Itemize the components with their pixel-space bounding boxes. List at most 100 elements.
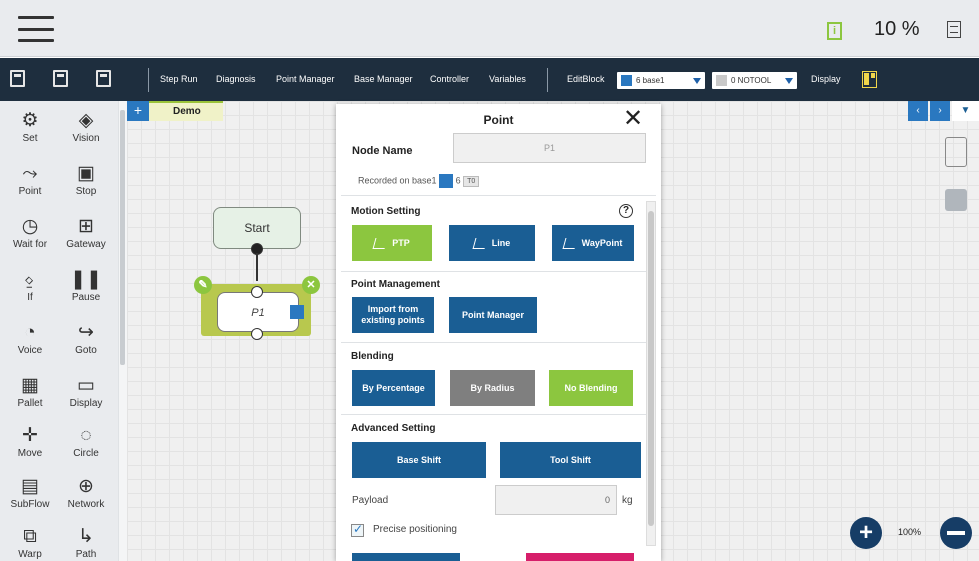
tool-icon xyxy=(716,75,727,86)
import-existing-button[interactable]: Import from existing points xyxy=(352,297,434,333)
dialog-scroll-thumb[interactable] xyxy=(648,211,654,526)
tool-select-value: 0 NOTOOL xyxy=(731,76,772,85)
help-icon[interactable]: ? xyxy=(619,204,633,218)
by-percentage-button[interactable]: By Percentage xyxy=(352,370,435,406)
no-blending-button[interactable]: No Blending xyxy=(549,370,633,406)
base-shift-button[interactable]: Base Shift xyxy=(352,442,486,478)
top-bar: i 10 % xyxy=(0,0,979,57)
tab-prev-icon[interactable]: ‹ xyxy=(908,101,928,121)
sidebar-item-label: Path xyxy=(75,549,97,560)
toolbar-diagnosis[interactable]: Diagnosis xyxy=(216,74,256,84)
sidebar-item-if[interactable]: ⍚ If xyxy=(4,268,56,303)
line-icon xyxy=(472,237,488,249)
sidebar-item-wait-for[interactable]: ◷ Wait for xyxy=(4,215,56,250)
sidebar-item-label: Move xyxy=(17,448,43,459)
sidebar-item-label: Stop xyxy=(75,186,97,197)
chevron-down-icon xyxy=(785,77,793,84)
display-icon: ▭ xyxy=(77,375,95,396)
toolbar-variables[interactable]: Variables xyxy=(489,74,526,84)
sidebar-item-voice[interactable]: ◔ Voice xyxy=(4,321,56,356)
sidebar-scroll-thumb[interactable] xyxy=(120,110,125,365)
tool-badge: T0 xyxy=(463,175,480,187)
sidebar-item-label: Vision xyxy=(72,133,100,144)
line-label: Line xyxy=(491,237,511,248)
minimap-icon[interactable] xyxy=(945,137,967,167)
payload-field[interactable]: 0 xyxy=(495,485,617,515)
cancel-button[interactable] xyxy=(352,553,460,561)
sidebar-item-set[interactable]: ⚙ Set xyxy=(4,109,56,144)
sidebar-item-subflow[interactable]: ▤ SubFlow xyxy=(4,475,56,510)
sidebar-item-label: If xyxy=(27,292,33,303)
toolbar-step-run[interactable]: Step Run xyxy=(160,74,198,84)
display-layout-icon[interactable] xyxy=(862,71,877,88)
zoom-out-button[interactable] xyxy=(940,517,972,549)
precise-positioning-checkbox[interactable] xyxy=(351,522,364,537)
sidebar-item-vision[interactable]: ◈ Vision xyxy=(60,109,112,144)
toggle-off-icon[interactable] xyxy=(945,189,967,211)
point-input-port[interactable] xyxy=(251,286,263,298)
base-select[interactable]: 6 base1 xyxy=(617,72,705,89)
tab-list-chevron-icon[interactable]: ▼ xyxy=(952,101,979,121)
delete-node-icon[interactable]: ✕ xyxy=(302,276,320,294)
toolbar-controller[interactable]: Controller xyxy=(430,74,469,84)
precise-positioning-label: Precise positioning xyxy=(373,524,457,535)
toolbar-display[interactable]: Display xyxy=(811,74,841,84)
pause-icon: ❚❚ xyxy=(70,269,102,290)
divider xyxy=(341,414,656,415)
sidebar-item-path[interactable]: ↳ Path xyxy=(60,525,112,560)
sidebar-item-move[interactable]: ✛ Move xyxy=(4,424,56,459)
divider xyxy=(341,271,656,272)
save-icon[interactable] xyxy=(53,70,68,87)
toolbar-point-manager[interactable]: Point Manager xyxy=(276,74,335,84)
sidebar-item-circle[interactable]: ◌ Circle xyxy=(60,424,112,459)
line-button[interactable]: Line xyxy=(449,225,535,261)
zoom-in-button[interactable]: + xyxy=(850,517,882,549)
point-manager-button[interactable]: Point Manager xyxy=(449,297,537,333)
info-icon[interactable]: i xyxy=(827,22,842,40)
node-name-field[interactable]: P1 xyxy=(453,133,646,163)
point-output-port[interactable] xyxy=(251,328,263,340)
add-tab-button[interactable]: + xyxy=(127,101,149,121)
sidebar-item-point[interactable]: ⤳ Point xyxy=(4,162,56,197)
edit-node-icon[interactable]: ✎ xyxy=(194,276,212,294)
sidebar-item-stop[interactable]: ▣ Stop xyxy=(60,162,112,197)
circle-icon: ◌ xyxy=(80,425,92,446)
tool-select[interactable]: 0 NOTOOL xyxy=(712,72,797,89)
sidebar-item-pallet[interactable]: ▦ Pallet xyxy=(4,374,56,409)
base-icon xyxy=(621,75,632,86)
point-management-heading: Point Management xyxy=(351,279,440,290)
toolbar-editblock[interactable]: EditBlock xyxy=(567,74,605,84)
waypoint-icon xyxy=(562,237,578,249)
point-node[interactable]: P1 xyxy=(217,292,299,332)
sidebar-item-display[interactable]: ▭ Display xyxy=(60,374,112,409)
toolbar-base-manager[interactable]: Base Manager xyxy=(354,74,413,84)
sidebar-item-network[interactable]: ⊕ Network xyxy=(60,475,112,510)
save-as-icon[interactable] xyxy=(96,70,111,87)
tab-demo[interactable]: Demo xyxy=(149,101,223,121)
ptp-icon xyxy=(372,237,388,249)
ptp-button[interactable]: PTP xyxy=(352,225,432,261)
waypoint-button[interactable]: WayPoint xyxy=(552,225,634,261)
recorded-info: Recorded on base1 6 T0 xyxy=(358,174,480,188)
tool-shift-button[interactable]: Tool Shift xyxy=(500,442,641,478)
speed-percent[interactable]: 10 % xyxy=(874,18,920,41)
sidebar-item-label: Pallet xyxy=(17,398,43,409)
sidebar-item-label: SubFlow xyxy=(10,499,50,510)
sidebar-item-gateway[interactable]: ⊞ Gateway xyxy=(60,215,112,250)
tab-next-icon[interactable]: › xyxy=(930,101,950,121)
new-project-icon[interactable] xyxy=(10,70,25,87)
advanced-setting-heading: Advanced Setting xyxy=(351,423,436,434)
sidebar-item-goto[interactable]: ↪ Goto xyxy=(60,321,112,356)
close-icon[interactable]: ✕ xyxy=(623,106,643,132)
document-menu-icon[interactable] xyxy=(947,21,961,38)
hamburger-menu-icon[interactable] xyxy=(18,16,54,42)
ok-button[interactable] xyxy=(526,553,634,561)
sidebar-item-pause[interactable]: ❚❚ Pause xyxy=(60,268,112,303)
sidebar-item-label: Network xyxy=(67,499,105,510)
sidebar-item-warp[interactable]: ⧉ Warp xyxy=(4,525,56,560)
voice-icon: ◔ xyxy=(24,322,36,343)
by-radius-button[interactable]: By Radius xyxy=(450,370,535,406)
sidebar-item-label: Goto xyxy=(75,345,97,356)
goto-icon: ↪ xyxy=(78,322,94,343)
toolbar: Step Run Diagnosis Point Manager Base Ma… xyxy=(0,58,979,101)
